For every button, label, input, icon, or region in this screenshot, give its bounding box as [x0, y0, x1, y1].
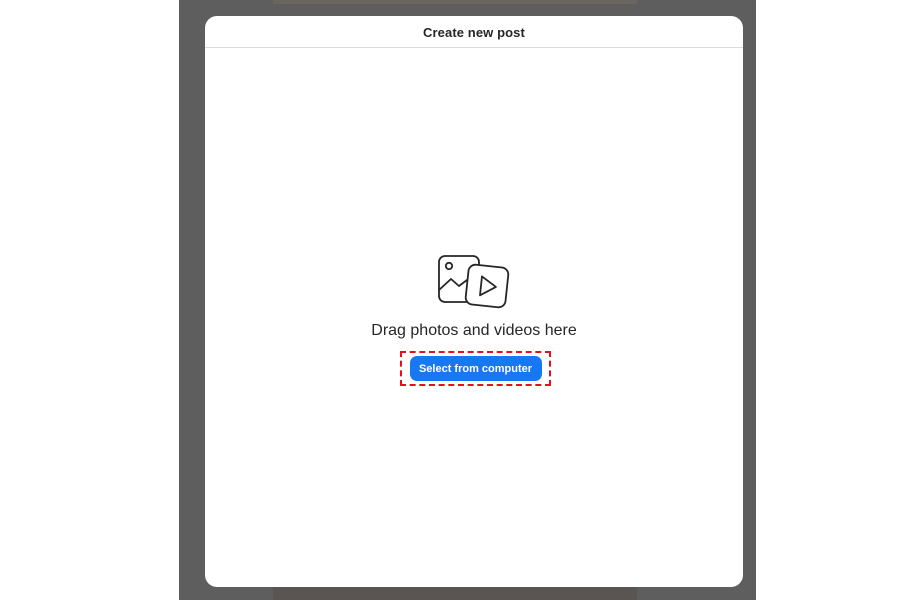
- drag-prompt: Drag photos and videos here: [371, 322, 577, 339]
- select-from-computer-button[interactable]: Select from computer: [409, 356, 542, 381]
- background-feed-photo: [273, 586, 637, 600]
- upload-drop-zone[interactable]: Drag photos and videos here Select from …: [205, 49, 743, 587]
- page: Create new post Drag photos and videos h…: [0, 0, 900, 600]
- highlight-annotation: Select from computer: [400, 351, 551, 386]
- photo-video-icon: [438, 255, 510, 309]
- background-feed-photo: [273, 0, 637, 4]
- create-post-modal: Create new post Drag photos and videos h…: [205, 16, 743, 587]
- modal-header: Create new post: [205, 16, 743, 48]
- modal-title: Create new post: [423, 24, 525, 40]
